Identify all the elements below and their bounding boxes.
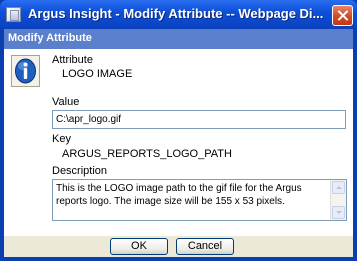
description-scrollbar[interactable] xyxy=(330,180,346,220)
window-title: Argus Insight - Modify Attribute -- Webp… xyxy=(28,6,324,21)
ok-button[interactable]: OK xyxy=(110,238,168,255)
title-bar[interactable]: Argus Insight - Modify Attribute -- Webp… xyxy=(0,0,357,29)
key-label: Key xyxy=(52,133,71,145)
value-label: Value xyxy=(52,96,80,108)
scroll-up-icon[interactable] xyxy=(332,181,345,194)
attribute-label: Attribute xyxy=(52,54,93,66)
dialog-footer: OK Cancel xyxy=(4,236,353,257)
cancel-button[interactable]: Cancel xyxy=(176,238,234,255)
close-icon[interactable] xyxy=(332,5,353,26)
dialog-content: Attribute LOGO IMAGE Value C:\apr_logo.g… xyxy=(4,49,353,236)
value-input[interactable]: C:\apr_logo.gif xyxy=(52,110,346,129)
description-text: This is the LOGO image path to the gif f… xyxy=(56,183,302,207)
description-textarea[interactable]: This is the LOGO image path to the gif f… xyxy=(52,179,347,221)
attribute-value: LOGO IMAGE xyxy=(62,68,133,80)
webpage-dialog-icon xyxy=(6,7,21,22)
dialog-window: Argus Insight - Modify Attribute -- Webp… xyxy=(0,0,357,261)
dialog-header-title: Modify Attribute xyxy=(8,32,92,44)
key-value: ARGUS_REPORTS_LOGO_PATH xyxy=(62,148,232,160)
description-label: Description xyxy=(52,165,108,177)
info-icon xyxy=(11,55,40,87)
dialog-header-bar: Modify Attribute xyxy=(4,29,353,49)
dialog-client-area: Modify Attribute Attribute LOGO IMAGE Va… xyxy=(4,29,353,257)
scroll-down-icon[interactable] xyxy=(332,206,345,219)
